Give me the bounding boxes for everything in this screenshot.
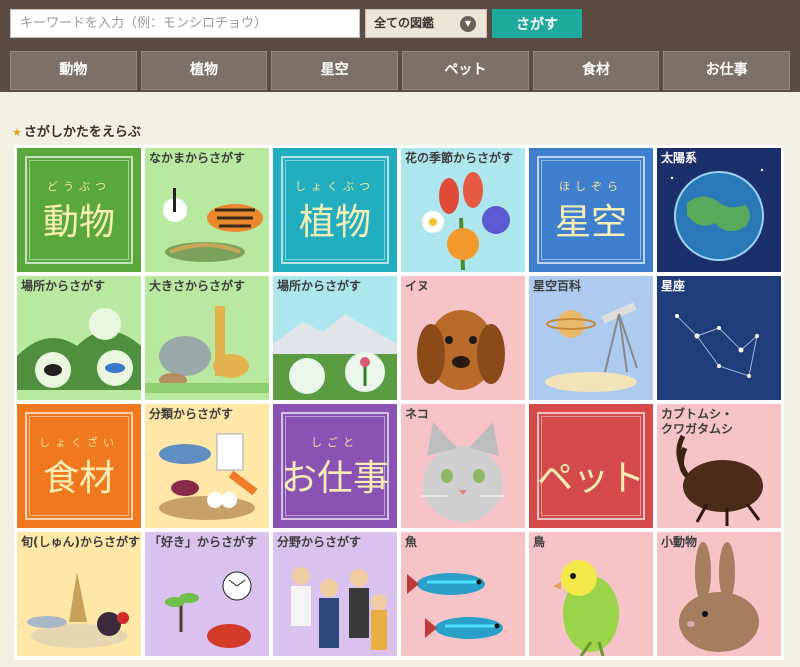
hobby-icon	[165, 571, 252, 648]
category-nav: 動物 植物 星空 ペット 食材 お仕事	[10, 51, 791, 90]
topic-tile-label: ネコ	[405, 407, 429, 421]
topic-tile[interactable]: なかまからさがす	[145, 148, 269, 272]
topic-tile-label: なかまからさがす	[149, 151, 246, 165]
topic-tile-label: 大きさからさがす	[149, 279, 246, 293]
topic-tile-label: 「好き」からさがす	[149, 535, 258, 549]
topic-tile[interactable]: 「好き」からさがす	[145, 532, 269, 656]
star-icon: ★	[12, 126, 22, 139]
search-method-grid: どうぶつ 動物 なかまからさがす しょくぶつ 植物 花の季節からさがす ほしぞら 星空 太陽系場…	[14, 145, 784, 660]
animal-size-icon	[145, 306, 269, 393]
habitat-icon	[17, 308, 141, 390]
topic-tile-label: 花の季節からさがす	[405, 151, 514, 165]
category-tile-food[interactable]: しょくざい 食材	[17, 404, 141, 528]
constellation-icon	[675, 314, 759, 378]
topic-tile[interactable]: 大きさからさがす	[145, 276, 269, 400]
category-title: 動物	[42, 202, 115, 243]
topic-tile-label: 旬(しゅん)からさがす	[21, 535, 140, 549]
category-tile-stars[interactable]: ほしぞら 星空	[529, 148, 653, 272]
category-title: お仕事	[280, 458, 389, 499]
nav-tab-jobs[interactable]: お仕事	[663, 51, 791, 90]
topic-tile-label: 太陽系	[661, 151, 698, 165]
workers-icon	[291, 567, 387, 650]
nav-tab-pets[interactable]: ペット	[402, 51, 529, 90]
seasonal-food-icon	[27, 572, 129, 648]
topic-tile[interactable]: 場所からさがす	[273, 276, 397, 400]
topic-tile[interactable]: 太陽系	[657, 148, 781, 272]
search-button[interactable]: さがす	[492, 9, 582, 38]
category-tile-jobs[interactable]: しごと お仕事	[273, 404, 397, 528]
topic-tile-label: 魚	[405, 535, 418, 549]
mountain-icon	[273, 314, 397, 400]
topic-tile-label: 鳥	[533, 535, 546, 549]
bird-icon	[553, 560, 619, 656]
topic-tile-label: 場所からさがす	[277, 279, 362, 293]
flower-bouquet-icon	[422, 172, 510, 271]
zukan-filter-value: 全ての図鑑	[374, 16, 435, 30]
topic-tile-label: 場所からさがす	[21, 279, 106, 293]
topic-tile[interactable]: イヌ	[401, 276, 525, 400]
zukan-filter-select[interactable]: 全ての図鑑 ▼	[365, 9, 487, 38]
search-input[interactable]	[10, 9, 360, 38]
category-tile-animals[interactable]: どうぶつ 動物	[17, 148, 141, 272]
category-ruby: しょくぶつ	[295, 180, 375, 193]
topic-tile-label: 星空百科	[533, 279, 582, 293]
topic-tile[interactable]: 星空百科	[529, 276, 653, 400]
section-title: ★ さがしかたをえらぶ	[12, 121, 141, 140]
telescope-icon	[545, 302, 638, 392]
fish-icon	[407, 573, 503, 639]
nav-tab-food[interactable]: 食材	[532, 51, 660, 90]
topic-tile[interactable]: ネコ	[401, 404, 525, 528]
category-title: 食材	[42, 458, 115, 499]
cat-icon	[421, 422, 505, 522]
nav-tab-animals[interactable]: 動物	[10, 51, 137, 90]
category-ruby: しょくざい	[39, 436, 119, 449]
food-icon	[159, 433, 258, 520]
category-ruby: ほしぞら	[559, 180, 623, 193]
category-ruby: しごと	[311, 436, 359, 449]
topic-tile[interactable]: 小動物	[657, 532, 781, 656]
animal-group-icon	[163, 188, 263, 262]
category-title: 星空	[554, 202, 627, 243]
topic-tile-label: イヌ	[405, 279, 430, 293]
earth-icon	[670, 168, 764, 261]
topic-tile-label: 分類からさがす	[149, 407, 234, 421]
category-ruby: どうぶつ	[47, 180, 111, 193]
nav-tab-stars[interactable]: 星空	[271, 51, 399, 90]
topic-tile[interactable]: 花の季節からさがす	[401, 148, 525, 272]
category-tile-pets[interactable]: ペット	[529, 404, 653, 528]
rabbit-icon	[679, 542, 759, 652]
category-title: 植物	[298, 202, 371, 243]
topic-tile[interactable]: 星座	[657, 276, 781, 400]
dog-icon	[417, 310, 505, 390]
topic-tile[interactable]: カブトムシ・ クワガタムシ	[657, 404, 781, 528]
chevron-down-icon: ▼	[460, 16, 476, 32]
category-title: ペット	[536, 458, 645, 499]
nav-tab-plants[interactable]: 植物	[140, 51, 268, 90]
topic-tile-label: 小動物	[661, 535, 698, 549]
topic-tile[interactable]: 鳥	[529, 532, 653, 656]
topic-tile[interactable]: 場所からさがす	[17, 276, 141, 400]
site-header: 全ての図鑑 ▼ さがす 動物 植物 星空 ペット 食材 お仕事	[0, 0, 800, 92]
topic-tile[interactable]: 分野からさがす	[273, 532, 397, 656]
topic-tile-label: 分野からさがす	[277, 535, 362, 549]
topic-tile-label: カブトムシ・ クワガタムシ	[661, 407, 734, 436]
topic-tile[interactable]: 旬(しゅん)からさがす	[17, 532, 141, 656]
topic-tile[interactable]: 分類からさがす	[145, 404, 269, 528]
category-tile-plants[interactable]: しょくぶつ 植物	[273, 148, 397, 272]
topic-tile[interactable]: 魚	[401, 532, 525, 656]
section-title-text: さがしかたをえらぶ	[23, 125, 141, 140]
topic-tile-label: 星座	[661, 279, 686, 293]
